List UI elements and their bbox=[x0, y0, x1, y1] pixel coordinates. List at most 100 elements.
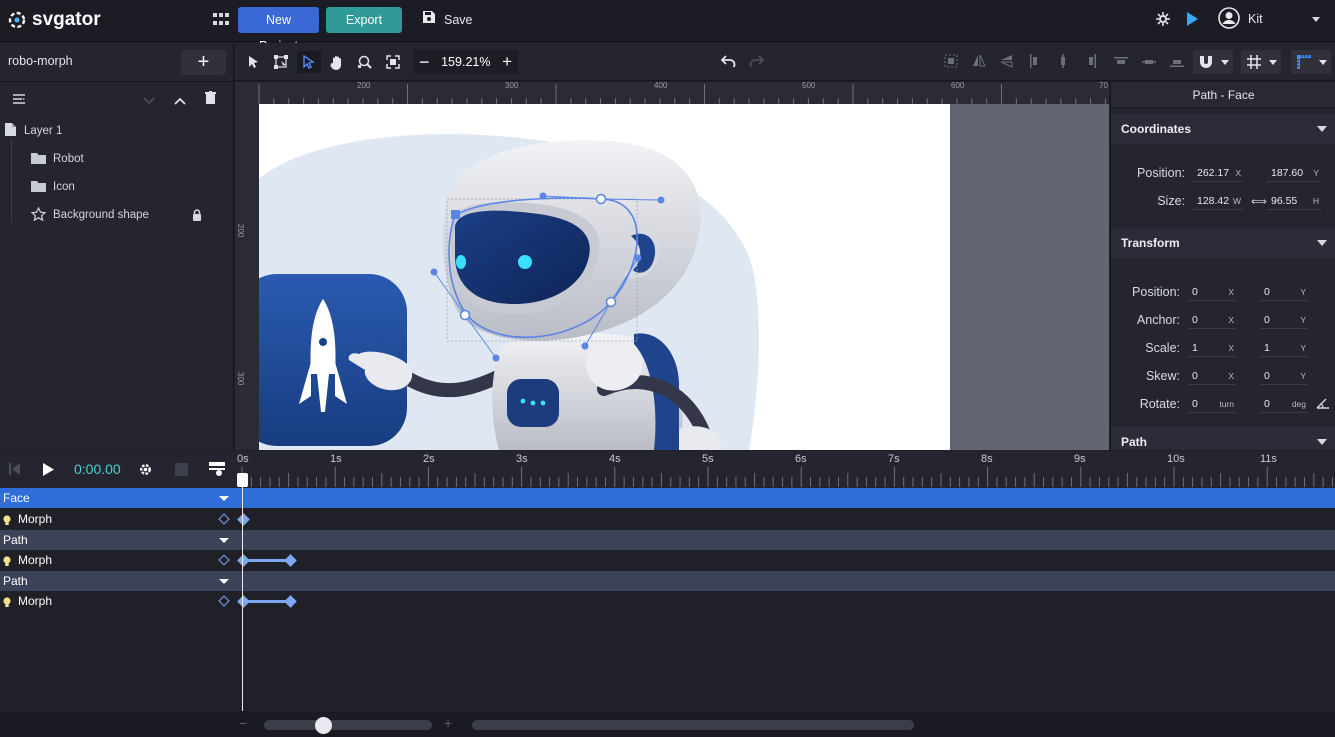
track-row-path[interactable]: Path bbox=[0, 571, 1335, 591]
zoom-in-icon[interactable]: + bbox=[502, 53, 512, 71]
timeline-zoom-slider[interactable] bbox=[264, 720, 432, 730]
align-left-icon[interactable] bbox=[1030, 54, 1040, 71]
layer-row-layer-1[interactable]: Layer 1 bbox=[0, 117, 234, 145]
zoom-value[interactable]: 159.21% bbox=[441, 55, 490, 69]
flip-vertical-icon[interactable] bbox=[1000, 54, 1014, 71]
user-menu-chevron-icon[interactable] bbox=[1312, 17, 1320, 22]
collapse-caret-icon[interactable] bbox=[1317, 126, 1327, 132]
bulb-icon[interactable] bbox=[3, 514, 11, 525]
rotate-turn-input[interactable]: 0 turn bbox=[1188, 395, 1236, 413]
align-bottom-icon[interactable] bbox=[1170, 56, 1184, 70]
expand-caret-icon[interactable] bbox=[219, 538, 229, 543]
position-y-input[interactable]: 187.60 Y bbox=[1267, 164, 1321, 182]
settings-sparkle-icon[interactable] bbox=[1155, 11, 1171, 30]
horizontal-ruler[interactable]: 200 300 400 500 600 70 bbox=[235, 82, 1109, 104]
collapse-caret-icon[interactable] bbox=[1317, 439, 1327, 445]
layer-row-background-shape[interactable]: Background shape bbox=[0, 201, 234, 229]
preview-play-icon[interactable] bbox=[1186, 12, 1198, 29]
transform-tool-icon[interactable] bbox=[269, 51, 293, 73]
bulb-icon[interactable] bbox=[3, 555, 11, 566]
expand-caret-icon[interactable] bbox=[219, 579, 229, 584]
expand-caret-icon[interactable] bbox=[219, 496, 229, 501]
collapse-caret-icon[interactable] bbox=[1317, 240, 1327, 246]
rotate-deg-input[interactable]: 0 deg bbox=[1260, 395, 1308, 413]
timeline-horizontal-scrollbar[interactable] bbox=[472, 720, 914, 730]
keyframe[interactable] bbox=[237, 553, 250, 567]
robot-illustration[interactable] bbox=[259, 104, 950, 450]
snapping-magnet-button[interactable] bbox=[1193, 50, 1233, 74]
track-row-face[interactable]: Face bbox=[0, 488, 1335, 508]
project-name[interactable]: robo-morph bbox=[8, 54, 73, 68]
timeline-view-options-icon[interactable] bbox=[209, 462, 225, 479]
keyframe[interactable] bbox=[284, 553, 297, 567]
align-middle-vertical-icon[interactable] bbox=[1142, 56, 1156, 70]
transform-position-y-input[interactable]: 0Y bbox=[1260, 283, 1308, 301]
align-right-icon[interactable] bbox=[1086, 54, 1096, 71]
track-row-path[interactable]: Path bbox=[0, 530, 1335, 550]
user-avatar-icon[interactable] bbox=[1218, 7, 1240, 32]
position-x-input[interactable]: 262.17 X bbox=[1193, 164, 1243, 182]
timeline-zoom-thumb[interactable] bbox=[315, 717, 332, 734]
rotate-angle-icon[interactable] bbox=[1316, 397, 1330, 412]
apps-grid-icon[interactable] bbox=[213, 13, 229, 27]
lock-icon[interactable] bbox=[192, 209, 202, 224]
layer-options-icon[interactable] bbox=[12, 93, 26, 108]
timeline-zoom-out-icon[interactable]: − bbox=[239, 715, 247, 731]
move-down-chevron-icon[interactable] bbox=[143, 94, 155, 108]
bulb-icon[interactable] bbox=[3, 596, 11, 607]
scale-x-input[interactable]: 1X bbox=[1188, 339, 1236, 357]
current-time[interactable]: 0:00.00 bbox=[74, 461, 121, 477]
redo-icon[interactable] bbox=[749, 55, 765, 70]
timeline-ruler[interactable]: 0s 1s 2s 3s 4s 5s 6s 7s 8s 9s 10s 11s bbox=[235, 451, 1335, 489]
section-path[interactable]: Path bbox=[1111, 427, 1335, 450]
keyframe[interactable] bbox=[237, 594, 250, 608]
align-center-horizontal-icon[interactable] bbox=[1058, 54, 1068, 71]
easing-disabled-icon[interactable] bbox=[175, 463, 188, 476]
app-logo[interactable]: svgator bbox=[7, 9, 101, 31]
skew-y-input[interactable]: 0Y bbox=[1260, 367, 1308, 385]
align-to-selection-icon[interactable] bbox=[944, 54, 958, 71]
export-button[interactable]: Export bbox=[326, 7, 402, 33]
transform-position-x-input[interactable]: 0X bbox=[1188, 283, 1236, 301]
select-tool-icon[interactable] bbox=[241, 51, 265, 73]
playhead-handle[interactable] bbox=[237, 473, 248, 487]
go-to-start-icon[interactable] bbox=[9, 463, 20, 478]
size-h-input[interactable]: 96.55 H bbox=[1267, 192, 1321, 210]
hand-tool-icon[interactable] bbox=[325, 51, 349, 73]
delete-trash-icon[interactable] bbox=[205, 91, 216, 107]
scale-y-input[interactable]: 1Y bbox=[1260, 339, 1308, 357]
grid-toggle-button[interactable] bbox=[1241, 50, 1281, 74]
node-tool-icon[interactable] bbox=[297, 51, 321, 73]
section-transform[interactable]: Transform bbox=[1111, 228, 1335, 258]
move-up-chevron-icon[interactable] bbox=[174, 94, 186, 108]
add-layer-button[interactable]: + bbox=[181, 50, 226, 75]
anchor-y-input[interactable]: 0Y bbox=[1260, 311, 1308, 329]
track-row-morph[interactable]: Morph bbox=[0, 509, 1335, 529]
vertical-ruler[interactable]: 200 300 bbox=[235, 104, 259, 450]
keyframe[interactable] bbox=[284, 594, 297, 608]
play-icon[interactable] bbox=[43, 463, 54, 479]
zoom-tool-icon[interactable] bbox=[353, 51, 377, 73]
fit-to-screen-icon[interactable] bbox=[381, 51, 405, 73]
anchor-x-input[interactable]: 0X bbox=[1188, 311, 1236, 329]
flip-horizontal-icon[interactable] bbox=[972, 54, 986, 71]
skew-x-input[interactable]: 0X bbox=[1188, 367, 1236, 385]
section-coordinates[interactable]: Coordinates bbox=[1111, 114, 1335, 144]
timeline-zoom-in-icon[interactable]: + bbox=[444, 715, 452, 731]
canvas-area[interactable]: 200 300 400 500 600 70 200 300 bbox=[235, 82, 1109, 450]
align-top-icon[interactable] bbox=[1114, 56, 1128, 70]
link-ratio-icon[interactable]: ⟺ bbox=[1251, 195, 1267, 208]
track-row-morph[interactable]: Morph bbox=[0, 591, 1335, 611]
keyframe[interactable] bbox=[237, 512, 250, 526]
timeline-settings-gear-icon[interactable] bbox=[138, 462, 153, 480]
size-w-input[interactable]: 128.42 W bbox=[1193, 192, 1243, 210]
new-project-button[interactable]: New Project bbox=[238, 7, 319, 53]
layer-row-icon[interactable]: Icon bbox=[0, 173, 234, 201]
rulers-toggle-button[interactable] bbox=[1291, 50, 1331, 74]
artboard[interactable] bbox=[259, 104, 950, 450]
save-button[interactable]: Save bbox=[422, 7, 473, 33]
playhead-line[interactable] bbox=[242, 475, 243, 711]
layer-row-robot[interactable]: Robot bbox=[0, 145, 234, 173]
undo-icon[interactable] bbox=[720, 55, 736, 70]
user-name[interactable]: Kit bbox=[1248, 12, 1263, 26]
